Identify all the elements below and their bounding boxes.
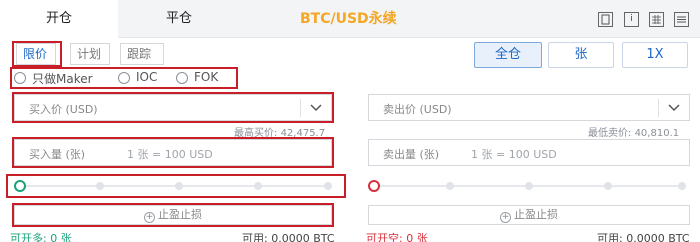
can-open-short-label: 可开空: <box>366 232 403 242</box>
available-value: 0.0000 BTC <box>626 232 690 242</box>
highlight-box-slider <box>6 174 346 198</box>
slider-step[interactable] <box>446 182 454 190</box>
plus-circle-icon: + <box>500 212 511 223</box>
can-open-long-label: 可开多: <box>10 232 47 242</box>
min-price-value: 40,810.1 <box>634 128 680 139</box>
tab-close-position[interactable]: 平仓 <box>118 0 240 38</box>
chevron-down-icon[interactable] <box>666 100 682 116</box>
buy-available: 可用: 0.0000 BTC <box>242 230 335 242</box>
calculator-icon[interactable] <box>649 12 664 27</box>
leverage-button[interactable]: 1X <box>622 42 688 68</box>
pair-title: BTC/USD永续 <box>300 11 397 27</box>
sell-min-price: 最低卖价: 40,810.1 <box>588 124 679 139</box>
tpsl-label: 止盈止损 <box>514 208 558 221</box>
highlight-box-tpsl <box>12 203 334 227</box>
order-type-plan[interactable]: 计划 <box>70 43 110 65</box>
info-icon[interactable]: i <box>624 12 639 27</box>
highlight-box-buy-price <box>12 92 334 123</box>
order-type-trailing[interactable]: 跟踪 <box>120 43 164 65</box>
cross-margin-button[interactable]: 全仓 <box>474 42 542 68</box>
sell-quantity-label: 卖出量 (张) <box>383 148 440 161</box>
bookmark-icon[interactable] <box>598 12 613 27</box>
highlight-box-options <box>10 67 238 89</box>
sell-price-label: 卖出价 (USD) <box>383 103 452 116</box>
sell-can-open: 可开空: 0 张 <box>366 230 428 242</box>
slider-step[interactable] <box>525 182 533 190</box>
top-tab-bar: 开仓 平仓 BTC/USD永续 i <box>0 0 700 39</box>
dropdown-separator <box>658 99 659 117</box>
can-open-long-value: 0 张 <box>50 232 72 242</box>
buy-can-open: 可开多: 0 张 <box>10 230 72 242</box>
slider-step[interactable] <box>678 182 686 190</box>
sell-tpsl-button[interactable]: + 止盈止损 <box>368 205 690 225</box>
highlight-box-limit <box>12 41 62 67</box>
settings-icon[interactable] <box>674 12 689 27</box>
available-value: 0.0000 BTC <box>271 232 335 242</box>
sell-amount-slider[interactable] <box>362 175 694 197</box>
slider-handle[interactable] <box>368 180 380 192</box>
sell-quantity-input[interactable]: 卖出量 (张) 1 张 = 100 USD <box>368 139 690 166</box>
available-label: 可用: <box>242 232 268 242</box>
available-label: 可用: <box>597 232 623 242</box>
sell-price-dropdown[interactable]: 卖出价 (USD) <box>368 94 690 121</box>
unit-button[interactable]: 张 <box>548 42 614 68</box>
sell-available: 可用: 0.0000 BTC <box>597 230 690 242</box>
can-open-short-value: 0 张 <box>406 232 428 242</box>
tab-open-position[interactable]: 开仓 <box>0 0 118 39</box>
slider-step[interactable] <box>604 182 612 190</box>
sell-quantity-hint: 1 张 = 100 USD <box>471 148 557 161</box>
min-price-label: 最低卖价: <box>588 128 632 139</box>
highlight-box-buy-qty <box>12 137 334 168</box>
